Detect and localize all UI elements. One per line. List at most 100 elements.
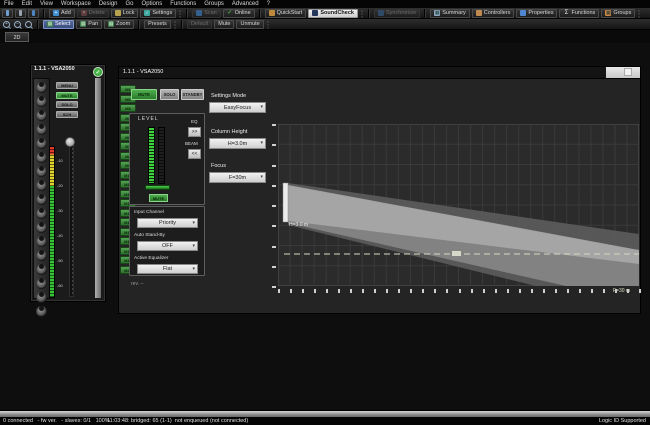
driver-cone-icon — [36, 278, 47, 289]
menu-item-view[interactable]: View — [40, 0, 53, 8]
driver-cone-icon — [36, 264, 47, 275]
strip-solo-button[interactable]: SOLO — [56, 101, 78, 108]
driver-cone-icon — [36, 208, 47, 219]
status-connection: 0 connected - fw ver. - slaves: 0/1 100% — [3, 418, 110, 424]
select-label: Select — [55, 21, 70, 27]
menu-item-edit[interactable]: Edit — [22, 0, 32, 8]
solo-button[interactable]: SOLO — [160, 89, 179, 100]
menu-item-workspace[interactable]: Workspace — [61, 0, 91, 8]
strip-sch-button[interactable]: SCH — [56, 111, 78, 118]
mute-button[interactable]: MUTE — [131, 89, 157, 100]
menu-item-[interactable]: ? — [267, 0, 270, 8]
menu-item-design[interactable]: Design — [99, 0, 118, 8]
unmute-all-button[interactable]: Unmute — [236, 20, 263, 29]
close-icon[interactable] — [624, 68, 632, 76]
device-strip[interactable]: 1.1.1 - VSA2050 MENUMUTESOLOSCH -10-20-3… — [30, 64, 106, 302]
window-title: 1.1.1 - VSA2050 — [123, 69, 163, 75]
input-channel-value: Priority — [138, 219, 197, 228]
workspace[interactable]: 1.1.1 - VSA2050 MENUMUTESOLOSCH -10-20-3… — [0, 43, 650, 410]
auto-standby-value: OFF — [138, 242, 197, 251]
toolbar-grip[interactable] — [637, 9, 641, 18]
toolbar-grip[interactable] — [266, 20, 270, 29]
synchronize-button[interactable]: Synchronize — [374, 9, 420, 18]
strip-fader-track[interactable] — [69, 141, 74, 297]
select-tool-button[interactable]: Select — [43, 20, 74, 29]
soundcheck-button[interactable]: SoundCheck — [308, 9, 358, 18]
new-project-button[interactable] — [2, 9, 13, 18]
settings-mode-label: Settings Mode — [211, 93, 246, 99]
menu-item-file[interactable]: File — [4, 0, 14, 8]
auto-standby-select[interactable]: OFF — [137, 241, 198, 251]
add-button[interactable]: Add — [49, 9, 75, 18]
y-axis-tick — [272, 205, 276, 207]
online-button[interactable]: Online — [223, 9, 255, 18]
x-axis-tick — [639, 289, 641, 293]
input-channel-select[interactable]: Priority — [137, 218, 198, 228]
strip-fader-knob[interactable] — [65, 137, 75, 147]
toolbar-grip[interactable] — [360, 9, 364, 18]
focus-value: F=30m — [210, 173, 265, 183]
level-mute-button[interactable]: MUTE — [149, 194, 168, 202]
standby-button[interactable]: STANDBY — [181, 89, 204, 100]
open-button[interactable] — [28, 9, 39, 18]
lock-button[interactable]: Lock — [111, 9, 139, 18]
x-axis-tick — [543, 289, 545, 293]
lock-icon — [115, 10, 121, 16]
strip-mute-button[interactable]: MUTE — [56, 92, 78, 99]
input-panel: Input Channel Priority Auto Stand-By OFF… — [129, 206, 205, 276]
mute-all-button[interactable]: Mute — [214, 20, 234, 29]
pan-tool-button[interactable]: Pan — [76, 20, 102, 29]
menu-item-go[interactable]: Go — [126, 0, 134, 8]
channel-button-m3[interactable]: M3 — [120, 104, 136, 112]
focus-marker — [452, 251, 461, 256]
unmute-all-label: Unmute — [240, 21, 259, 27]
beam-open-button[interactable]: << — [188, 149, 201, 159]
y-axis-tick — [272, 266, 276, 268]
online-label: Online — [235, 10, 251, 16]
level-fader[interactable] — [145, 185, 170, 190]
delete-button[interactable]: Delete — [77, 9, 109, 18]
soundcheck-icon — [312, 10, 318, 16]
y-axis-tick — [272, 225, 276, 227]
tab-2d[interactable]: 2D — [5, 32, 29, 42]
soundcheck-label: SoundCheck — [320, 10, 354, 16]
summary-icon — [434, 10, 440, 16]
settings-mode-select[interactable]: EasyFocus — [209, 102, 266, 113]
driver-cone-icon — [36, 166, 47, 177]
x-axis-tick — [326, 289, 328, 293]
functions-button[interactable]: Functions — [559, 9, 599, 18]
strip-menu-button[interactable]: MENU — [56, 82, 78, 89]
active-equalizer-select[interactable]: Flat — [137, 264, 198, 274]
default-button[interactable]: Default — [187, 20, 212, 29]
driver-cone-icon — [36, 96, 47, 107]
zoom-tool-button[interactable]: Zoom — [104, 20, 134, 29]
eq-open-button[interactable]: >> — [188, 127, 201, 137]
eq-label: EQ — [191, 119, 198, 124]
focus-select[interactable]: F=30m — [209, 172, 266, 183]
zoom-reset-icon[interactable] — [25, 21, 32, 28]
presets-label: Presets — [148, 21, 167, 27]
save-button[interactable] — [15, 9, 26, 18]
beam-plot[interactable]: H=3.0 m F=30 m — [272, 120, 646, 300]
toolbar-grip[interactable] — [178, 9, 182, 18]
menu-item-options[interactable]: Options — [142, 0, 163, 8]
driver-cone-icon — [36, 124, 47, 135]
zoom-out-icon[interactable] — [14, 21, 21, 28]
quickstart-button[interactable]: QuickStart — [265, 9, 307, 18]
presets-button[interactable]: Presets — [144, 20, 171, 29]
column-height-select[interactable]: H=3.0m — [209, 138, 266, 149]
device-editor-window: 1.1.1 - VSA2050 M1M2M3M4M5M6M7M8M9M10M11… — [118, 66, 641, 314]
settings-button[interactable]: Settings — [140, 9, 176, 18]
window-title-bar[interactable]: 1.1.1 - VSA2050 — [119, 67, 640, 79]
properties-button[interactable]: Properties — [516, 9, 557, 18]
menu-item-advanced[interactable]: Advanced — [232, 0, 259, 8]
groups-button[interactable]: Groups — [601, 9, 635, 18]
menu-item-groups[interactable]: Groups — [204, 0, 224, 8]
scan-button[interactable]: Scan — [192, 9, 221, 18]
zoom-in-icon[interactable] — [3, 21, 10, 28]
check-icon — [227, 10, 233, 16]
controllers-button[interactable]: Controllers — [472, 9, 515, 18]
menu-item-functions[interactable]: Functions — [170, 0, 196, 8]
summary-button[interactable]: Summary — [430, 9, 470, 18]
toolbar-grip[interactable] — [173, 20, 177, 29]
